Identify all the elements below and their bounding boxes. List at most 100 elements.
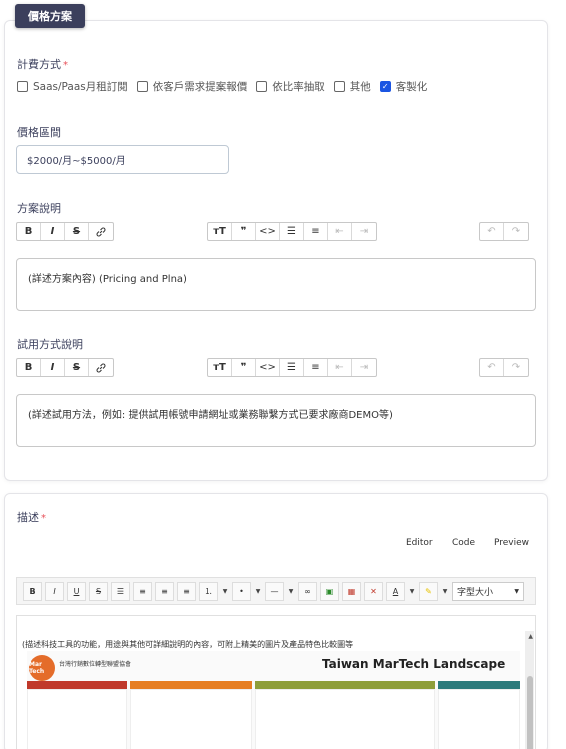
landscape-column — [27, 681, 127, 749]
required-mark: * — [41, 513, 46, 524]
horizontal-rule-icon[interactable]: — — [265, 581, 284, 601]
justify-icon[interactable]: ☰ — [111, 581, 130, 601]
link-button[interactable] — [89, 223, 113, 240]
unordered-list-icon[interactable]: • — [232, 581, 251, 601]
quote-button[interactable]: ❞ — [232, 359, 256, 376]
price-range-label: 價格區間 — [17, 126, 61, 139]
plan-history-toolbar: ↶ ↷ — [479, 222, 529, 241]
link-button[interactable] — [89, 359, 113, 376]
trial-block-toolbar: ᴛT ❞ <> ☰ ≡ ⇤ ⇥ — [207, 358, 377, 377]
checkbox-saas[interactable] — [17, 81, 28, 92]
checkbox-label-custom: 客製化 — [395, 81, 428, 93]
link-icon — [96, 227, 106, 236]
highlight-icon[interactable]: ✎ — [419, 581, 438, 601]
checkbox-ratio[interactable] — [256, 81, 268, 92]
table-icon[interactable]: ▦ — [342, 581, 361, 601]
chevron-down-icon[interactable]: ▼ — [441, 582, 449, 601]
italic-button[interactable]: I — [45, 581, 64, 601]
heading-button[interactable]: ᴛT — [208, 359, 232, 376]
landscape-org: 台灣行銷數位轉型聯盟協會 — [59, 661, 132, 668]
bold-button[interactable]: B — [17, 223, 41, 240]
tab-code[interactable]: Code — [452, 538, 475, 548]
rich-editor-content[interactable]: (描述科技工具的功能，用途與其他可詳細說明的內容，可附上精美的圖片及產品特色比較… — [16, 615, 536, 749]
outdent-button[interactable]: ⇤ — [328, 359, 352, 376]
bullet-list-button[interactable]: ☰ — [280, 359, 304, 376]
undo-button[interactable]: ↶ — [480, 223, 504, 240]
strike-button[interactable]: S — [65, 359, 89, 376]
description-label-text: 描述 — [17, 511, 39, 524]
quote-button[interactable]: ❞ — [232, 223, 256, 240]
align-center-icon[interactable]: ≡ — [177, 581, 196, 601]
link-icon — [96, 363, 106, 372]
martech-landscape-image: Mar Tech 台灣行銷數位轉型聯盟協會 Taiwan MarTech Lan… — [27, 651, 520, 749]
checkbox-label-other: 其他 — [349, 81, 371, 93]
bullet-list-button[interactable]: ☰ — [280, 223, 304, 240]
plan-format-toolbar: B I S — [16, 222, 114, 241]
redo-button[interactable]: ↷ — [504, 359, 528, 376]
checkbox-label-ratio: 依比率抽取 — [272, 81, 325, 93]
link-icon[interactable]: ∞ — [298, 581, 317, 601]
trial-desc-label: 試用方式說明 — [17, 338, 83, 351]
italic-button[interactable]: I — [41, 359, 65, 376]
font-color-icon[interactable]: A — [386, 581, 405, 601]
scrollbar-thumb[interactable] — [527, 676, 533, 749]
required-mark: * — [63, 60, 68, 71]
checkbox-label-proposal: 依客戶需求提案報價 — [152, 81, 248, 93]
ordered-list-icon[interactable]: ⒈ — [199, 581, 218, 601]
trial-format-toolbar: B I S — [16, 358, 114, 377]
font-size-select-label: 字型大小 — [457, 587, 494, 598]
indent-button[interactable]: ⇥ — [352, 359, 376, 376]
clear-format-icon[interactable]: ✕ — [364, 581, 383, 601]
bold-button[interactable]: B — [17, 359, 41, 376]
pricing-form-page: 價格方案 計費方式 * Saas/Paas月租訂閱 依客戶需求提案報價 依比率抽取… — [0, 0, 566, 749]
checkbox-other[interactable] — [333, 81, 345, 92]
number-list-button[interactable]: ≡ — [304, 223, 328, 240]
tab-editor[interactable]: Editor — [406, 538, 433, 548]
chevron-down-icon[interactable]: ▼ — [408, 582, 416, 601]
image-icon[interactable]: ▣ — [320, 581, 339, 601]
landscape-column — [438, 681, 520, 749]
italic-button[interactable]: I — [41, 223, 65, 240]
tab-preview[interactable]: Preview — [494, 538, 529, 548]
scroll-up-icon[interactable]: ▲ — [528, 633, 533, 640]
checkbox-label-saas: Saas/Paas月租訂閱 — [33, 81, 128, 93]
checkbox-custom[interactable]: ✓ — [379, 81, 391, 92]
redo-button[interactable]: ↷ — [504, 223, 528, 240]
billing-label: 計費方式 * — [17, 56, 68, 72]
plan-desc-label: 方案說明 — [17, 202, 61, 215]
outdent-button[interactable]: ⇤ — [328, 223, 352, 240]
underline-button[interactable]: U — [67, 581, 86, 601]
landscape-column — [130, 681, 252, 749]
align-right-icon[interactable]: ≡ — [155, 581, 174, 601]
description-label: 描述 * — [17, 509, 46, 525]
code-button[interactable]: <> — [256, 359, 280, 376]
martech-logo: Mar Tech — [29, 655, 55, 681]
code-button[interactable]: <> — [256, 223, 280, 240]
strike-button[interactable]: S — [65, 223, 89, 240]
description-content-text: (描述科技工具的功能，用途與其他可詳細說明的內容，可附上精美的圖片及產品特色比較… — [22, 640, 354, 649]
checkbox-proposal[interactable] — [136, 81, 148, 92]
check-icon: ✓ — [381, 81, 389, 91]
billing-options: Saas/Paas月租訂閱 依客戶需求提案報價 依比率抽取 其他 ✓ 客製化 — [17, 79, 436, 94]
rich-editor-toolbar: B I U S ☰ ≡ ≡ ≡ ⒈ ▼ • ▼ — ▼ ∞ ▣ ▦ ✕ A ▼ … — [16, 577, 536, 605]
chevron-down-icon[interactable]: ▼ — [254, 582, 262, 601]
section-tab-pricing: 價格方案 — [15, 4, 85, 28]
font-size-select[interactable]: 字型大小 ▼ — [452, 581, 524, 601]
chevron-down-icon[interactable]: ▼ — [221, 582, 229, 601]
chevron-down-icon[interactable]: ▼ — [287, 582, 295, 601]
strike-button[interactable]: S — [89, 581, 108, 601]
align-left-icon[interactable]: ≡ — [133, 581, 152, 601]
undo-button[interactable]: ↶ — [480, 359, 504, 376]
bold-button[interactable]: B — [23, 581, 42, 601]
trial-desc-editor[interactable]: (詳述試用方法，例如: 提供試用帳號申請網址或業務聯繫方式已要求廠商DEMO等) — [16, 394, 536, 447]
landscape-title: Taiwan MarTech Landscape — [322, 657, 506, 671]
trial-history-toolbar: ↶ ↷ — [479, 358, 529, 377]
indent-button[interactable]: ⇥ — [352, 223, 376, 240]
chevron-down-icon: ▼ — [514, 587, 519, 595]
heading-button[interactable]: ᴛT — [208, 223, 232, 240]
plan-desc-editor[interactable]: (詳述方案內容) (Pricing and Plna) — [16, 258, 536, 311]
plan-block-toolbar: ᴛT ❞ <> ☰ ≡ ⇤ ⇥ — [207, 222, 377, 241]
price-range-input[interactable]: $2000/月~$5000/月 — [16, 145, 229, 174]
landscape-column — [255, 681, 435, 749]
number-list-button[interactable]: ≡ — [304, 359, 328, 376]
